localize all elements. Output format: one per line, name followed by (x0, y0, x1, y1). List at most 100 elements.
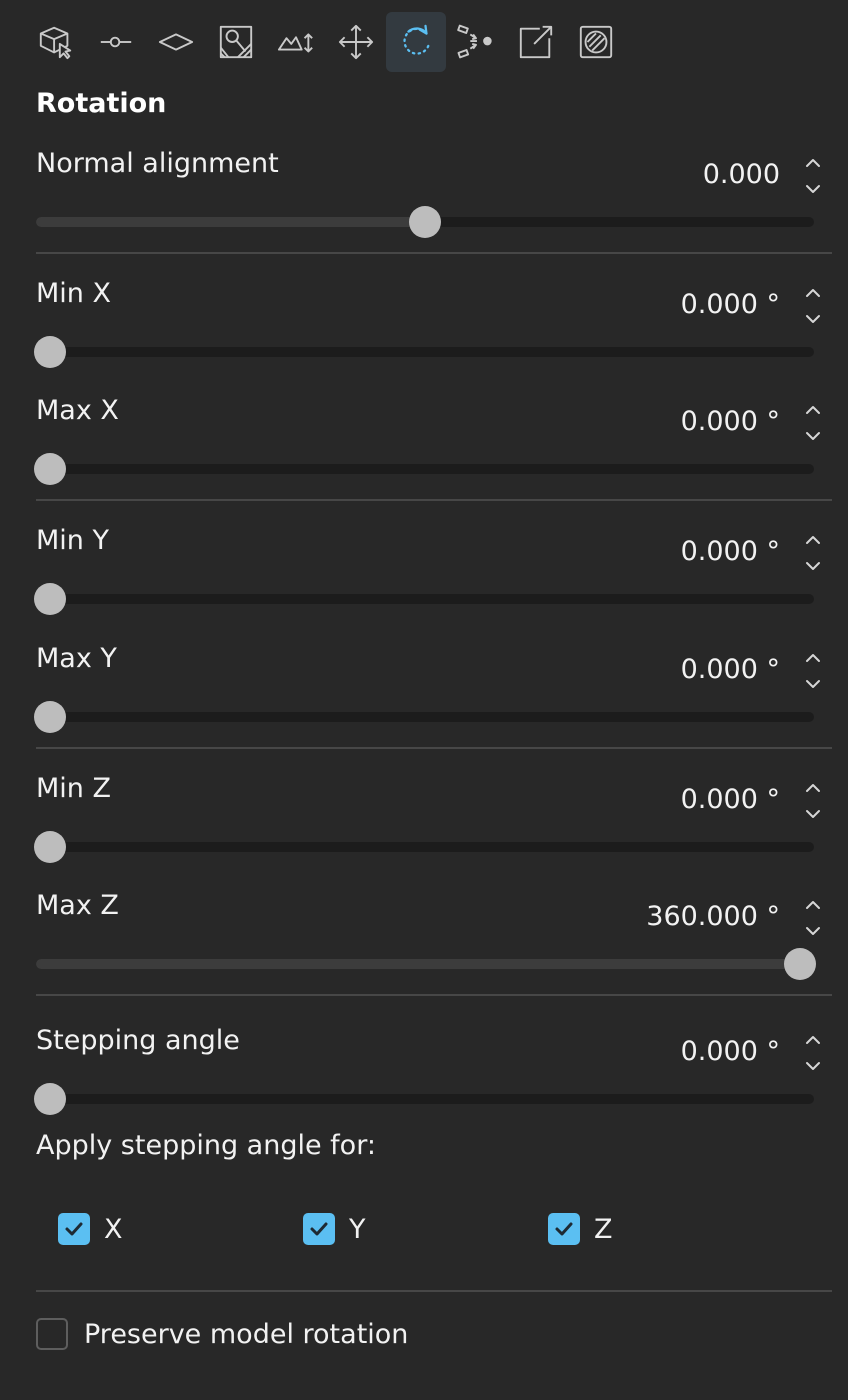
slider-track (36, 712, 814, 722)
slider-track (36, 464, 814, 474)
increment-button[interactable] (798, 529, 828, 551)
row-spinner-min-y (798, 529, 828, 577)
checkbox-y[interactable] (303, 1213, 335, 1245)
slider-thumb[interactable] (34, 701, 66, 733)
checkbox-y-label: Y (349, 1213, 366, 1245)
tool-mask-button[interactable] (566, 12, 626, 72)
plane-icon (158, 33, 194, 51)
increment-button[interactable] (798, 399, 828, 421)
row-slider-min-x[interactable] (34, 335, 814, 369)
checkbox-z-label: Z (594, 1213, 613, 1245)
checkbox-z[interactable] (548, 1213, 580, 1245)
checkbox-x-label: X (104, 1213, 123, 1245)
row-value-min-z[interactable]: 0.000 ° (681, 784, 780, 815)
chevron-up-icon (806, 536, 820, 544)
preserve-label: Preserve model rotation (84, 1318, 409, 1350)
divider (36, 747, 832, 749)
decrement-button[interactable] (798, 178, 828, 200)
slider-thumb[interactable] (784, 948, 816, 980)
row-value-min-y[interactable]: 0.000 ° (681, 536, 780, 567)
row-label-max-x: Max X (36, 395, 119, 426)
scatter-icon (457, 24, 492, 59)
row-value-stepping-angle[interactable]: 0.000 ° (681, 1036, 780, 1067)
checkbox-x[interactable] (58, 1213, 90, 1245)
cube-select-icon (39, 26, 72, 60)
row-label-max-z: Max Z (36, 890, 119, 921)
row-label-min-x: Min X (36, 278, 111, 309)
slider-track (36, 1094, 814, 1104)
row-slider-max-y[interactable] (34, 700, 814, 734)
row-slider-normal-alignment[interactable] (36, 205, 814, 239)
slider-thumb[interactable] (34, 831, 66, 863)
mask-icon (579, 25, 613, 59)
stepping-axis-x-checkbox[interactable]: X (58, 1212, 123, 1246)
preserve-rotation-checkbox[interactable]: Preserve model rotation (36, 1316, 408, 1352)
increment-button[interactable] (798, 894, 828, 916)
tool-scatter-button[interactable] (446, 12, 506, 72)
tool-export-button[interactable] (506, 12, 566, 72)
chevron-up-icon (806, 901, 820, 909)
chevron-up-icon (806, 289, 820, 297)
row-label-min-z: Min Z (36, 773, 111, 804)
tool-toolbar (26, 12, 646, 72)
slider-thumb[interactable] (34, 1083, 66, 1115)
slider-fill (36, 217, 425, 227)
row-slider-min-y[interactable] (34, 582, 814, 616)
row-spinner-min-x (798, 282, 828, 330)
tool-plane-button[interactable] (146, 12, 206, 72)
row-slider-max-z[interactable] (36, 947, 816, 981)
increment-button[interactable] (798, 777, 828, 799)
slider-thumb[interactable] (409, 206, 441, 238)
checkmark-icon (555, 1222, 573, 1236)
row-slider-min-z[interactable] (34, 830, 814, 864)
terrain-height-icon (277, 33, 313, 53)
move-arrows-icon (338, 24, 374, 60)
row-slider-stepping-angle[interactable] (34, 1082, 814, 1116)
chevron-up-icon (806, 406, 820, 414)
row-slider-max-x[interactable] (34, 452, 814, 486)
stepping-axis-y-checkbox[interactable]: Y (303, 1212, 366, 1246)
decrement-button[interactable] (798, 1055, 828, 1077)
preserve-checkbox-box[interactable] (36, 1318, 68, 1350)
decrement-button[interactable] (798, 555, 828, 577)
tool-terrain-height-button[interactable] (266, 12, 326, 72)
section-title: Rotation (36, 88, 167, 119)
decrement-button[interactable] (798, 425, 828, 447)
decrement-button[interactable] (798, 308, 828, 330)
tool-cube-select-button[interactable] (26, 12, 86, 72)
row-value-max-z[interactable]: 360.000 ° (646, 901, 780, 932)
tool-rotate-button[interactable] (386, 12, 446, 72)
decrement-button[interactable] (798, 673, 828, 695)
slider-thumb[interactable] (34, 583, 66, 615)
tool-point-line-button[interactable] (86, 12, 146, 72)
chevron-up-icon (806, 784, 820, 792)
chevron-up-icon (806, 1036, 820, 1044)
row-spinner-max-z (798, 894, 828, 942)
chevron-down-icon (806, 315, 820, 323)
decrement-button[interactable] (798, 803, 828, 825)
chevron-up-icon (806, 159, 820, 167)
divider (36, 1290, 832, 1292)
increment-button[interactable] (798, 282, 828, 304)
row-value-max-y[interactable]: 0.000 ° (681, 654, 780, 685)
increment-button[interactable] (798, 647, 828, 669)
rotate-icon (403, 24, 430, 55)
row-label-min-y: Min Y (36, 525, 109, 556)
row-spinner-stepping-angle (798, 1029, 828, 1077)
tool-texture-brush-button[interactable] (206, 12, 266, 72)
tool-move-button[interactable] (326, 12, 386, 72)
checkmark-icon (65, 1222, 83, 1236)
divider (36, 252, 832, 254)
export-icon (519, 25, 553, 59)
increment-button[interactable] (798, 1029, 828, 1051)
row-value-max-x[interactable]: 0.000 ° (681, 406, 780, 437)
slider-thumb[interactable] (34, 453, 66, 485)
row-value-normal-alignment[interactable]: 0.000 (703, 159, 780, 190)
stepping-axis-z-checkbox[interactable]: Z (548, 1212, 613, 1246)
increment-button[interactable] (798, 152, 828, 174)
chevron-down-icon (806, 562, 820, 570)
slider-thumb[interactable] (34, 336, 66, 368)
row-spinner-max-y (798, 647, 828, 695)
row-value-min-x[interactable]: 0.000 ° (681, 289, 780, 320)
decrement-button[interactable] (798, 920, 828, 942)
